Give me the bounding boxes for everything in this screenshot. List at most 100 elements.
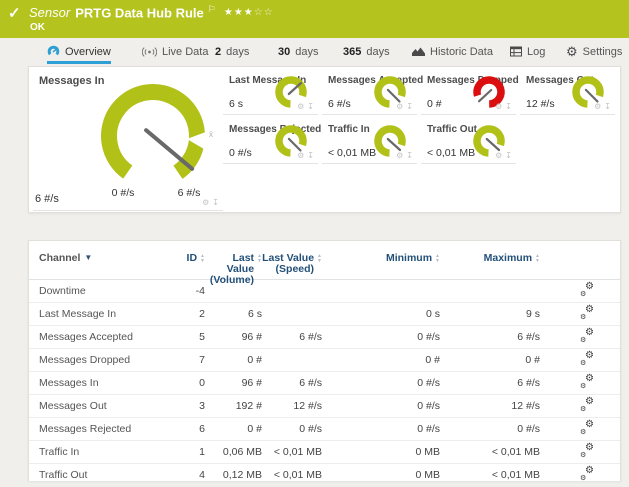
pin-icon[interactable]: ↧ bbox=[604, 103, 611, 111]
channel-table-header: Channel▼ID▲▼Last Value (Volume)▲▼Last Va… bbox=[29, 241, 620, 280]
cell-last_volume: 6 s bbox=[205, 308, 262, 320]
pin-icon[interactable]: ↧ bbox=[307, 103, 314, 111]
flag-icon[interactable]: ⚐ bbox=[208, 4, 216, 14]
cell-id: 6 bbox=[169, 423, 205, 435]
tab-2-days[interactable]: 2days bbox=[215, 42, 249, 61]
gauge-title: Traffic In bbox=[328, 124, 370, 135]
gear-icon: ⚙ bbox=[580, 382, 586, 390]
gear-icon[interactable]: ⚙ bbox=[396, 103, 403, 111]
gear-icon[interactable]: ⚙ bbox=[495, 103, 502, 111]
pin-icon[interactable]: ↧ bbox=[406, 152, 413, 160]
column-label: Channel bbox=[39, 253, 80, 264]
gear-icon: ⚙ bbox=[585, 442, 594, 453]
channel-settings-button[interactable]: ⚙⚙ bbox=[580, 352, 594, 365]
prtg-sensor-page: ✓ SensorPRTG Data Hub Rule⚐★★★☆☆ OK Over… bbox=[0, 0, 629, 481]
cell-last_volume: 96 # bbox=[205, 377, 262, 389]
column-header-last-value-volume-[interactable]: Last Value (Volume)▲▼ bbox=[205, 253, 262, 286]
tab-settings[interactable]: ⚙Settings bbox=[566, 42, 622, 61]
gear-icon[interactable]: ⚙ bbox=[202, 199, 209, 207]
live-icon bbox=[142, 46, 157, 58]
object-kind-label: Sensor bbox=[29, 5, 70, 20]
priority-stars[interactable]: ★★★☆☆ bbox=[224, 7, 274, 18]
cell-min: 0 #/s bbox=[322, 423, 440, 435]
gear-icon[interactable]: ⚙ bbox=[396, 152, 403, 160]
channel-settings-button[interactable]: ⚙⚙ bbox=[580, 329, 594, 342]
tab-live-data[interactable]: Live Data bbox=[142, 42, 208, 61]
tab-log[interactable]: Log bbox=[510, 42, 545, 61]
cell-max: 0 #/s bbox=[440, 423, 540, 435]
cell-last_volume: 96 # bbox=[205, 331, 262, 343]
column-header-last-value-speed-[interactable]: Last Value (Speed)▲▼ bbox=[262, 253, 322, 275]
channel-row-traffic-in: Traffic In10,06 MB< 0,01 MB0 MB< 0,01 MB… bbox=[29, 441, 620, 464]
tile-action-icons: ⚙↧ bbox=[297, 152, 314, 160]
pin-icon[interactable]: ↧ bbox=[406, 103, 413, 111]
star-icon[interactable]: ★ bbox=[244, 7, 254, 18]
cell-id: -4 bbox=[169, 285, 205, 297]
gauge-tile-traffic-out: Traffic Out< 0,01 MB⚙↧ bbox=[421, 119, 516, 164]
channel-settings-button[interactable]: ⚙⚙ bbox=[580, 467, 594, 480]
sensor-title-line: SensorPRTG Data Hub Rule⚐★★★☆☆ bbox=[29, 4, 274, 20]
channel-row-messages-out: Messages Out3192 #12 #/s0 #/s12 #/s⚙⚙ bbox=[29, 395, 620, 418]
sensor-status-badge: OK bbox=[30, 22, 45, 33]
gear-icon[interactable]: ⚙ bbox=[495, 152, 502, 160]
sort-desc-icon[interactable]: ▼ bbox=[84, 253, 92, 263]
channel-settings-button[interactable]: ⚙⚙ bbox=[580, 283, 594, 296]
gear-icon: ⚙ bbox=[585, 304, 594, 315]
sensor-title: PRTG Data Hub Rule bbox=[75, 5, 204, 20]
tab-historic-data[interactable]: Historic Data bbox=[412, 42, 493, 61]
gear-icon[interactable]: ⚙ bbox=[297, 152, 304, 160]
star-icon[interactable]: ★ bbox=[234, 7, 244, 18]
pin-icon[interactable]: ↧ bbox=[505, 152, 512, 160]
cell-min: 0 s bbox=[322, 308, 440, 320]
cell-min: 0 #/s bbox=[322, 400, 440, 412]
gear-icon[interactable]: ⚙ bbox=[297, 103, 304, 111]
gear-icon: ⚙ bbox=[580, 405, 586, 413]
cell-actions: ⚙⚙ bbox=[540, 283, 612, 299]
column-header-id[interactable]: ID▲▼ bbox=[169, 253, 205, 264]
column-header-channel[interactable]: Channel ▼ bbox=[37, 253, 169, 264]
tile-action-icons: ⚙↧ bbox=[594, 103, 611, 111]
star-icon[interactable]: ☆ bbox=[254, 7, 264, 18]
pin-icon[interactable]: ↧ bbox=[212, 199, 219, 207]
gear-icon: ⚙ bbox=[580, 313, 586, 321]
cell-channel: Messages Dropped bbox=[37, 354, 169, 366]
column-header-minimum[interactable]: Minimum▲▼ bbox=[322, 253, 440, 264]
tab-365-days[interactable]: 365 days bbox=[343, 42, 390, 61]
channel-settings-button[interactable]: ⚙⚙ bbox=[580, 444, 594, 457]
star-icon[interactable]: ☆ bbox=[264, 7, 274, 18]
sort-both-icon[interactable]: ▲▼ bbox=[535, 254, 540, 263]
gauge-current-value: 6 s bbox=[229, 98, 243, 110]
star-icon[interactable]: ★ bbox=[224, 7, 234, 18]
cell-actions: ⚙⚙ bbox=[540, 398, 612, 414]
pin-icon[interactable]: ↧ bbox=[505, 103, 512, 111]
tab-number: 365 bbox=[343, 46, 361, 58]
channel-table-panel: Channel ▼ ID▲▼Last Value (Volume)▲▼Last Va… bbox=[28, 240, 621, 481]
cell-id: 3 bbox=[169, 400, 205, 412]
gauge-tile-messages-in: Messages In x̄ 0 #/s 6 #/s 6 #/s ⚙↧ bbox=[33, 70, 223, 211]
tab-number: 30 bbox=[278, 46, 290, 58]
channel-row-traffic-out: Traffic Out40,12 MB< 0,01 MB0 MB< 0,01 M… bbox=[29, 464, 620, 487]
status-ok-check-icon: ✓ bbox=[8, 4, 21, 22]
tab-label: days bbox=[366, 46, 389, 58]
gear-icon[interactable]: ⚙ bbox=[594, 103, 601, 111]
cell-channel: Last Message In bbox=[37, 308, 169, 320]
channel-settings-button[interactable]: ⚙⚙ bbox=[580, 375, 594, 388]
gauge-current-value: 0 #/s bbox=[229, 147, 252, 159]
channel-table-body: Downtime-4⚙⚙Last Message In26 s0 s9 s⚙⚙M… bbox=[29, 280, 620, 487]
channel-settings-button[interactable]: ⚙⚙ bbox=[580, 421, 594, 434]
column-header-maximum[interactable]: Maximum▲▼ bbox=[440, 253, 540, 264]
column-label: Minimum bbox=[386, 253, 432, 264]
channel-row-messages-accepted: Messages Accepted596 #6 #/s0 #/s6 #/s⚙⚙ bbox=[29, 326, 620, 349]
tile-action-icons: ⚙↧ bbox=[396, 103, 413, 111]
gauge-current-value: 0 # bbox=[427, 98, 442, 110]
tab-overview[interactable]: Overview bbox=[47, 42, 111, 64]
channel-settings-button[interactable]: ⚙⚙ bbox=[580, 306, 594, 319]
tab-30-days[interactable]: 30days bbox=[278, 42, 319, 61]
cell-max: 6 #/s bbox=[440, 377, 540, 389]
tab-label: Historic Data bbox=[430, 46, 493, 58]
gear-icon: ⚙ bbox=[580, 290, 586, 298]
gauge-icon bbox=[47, 45, 60, 58]
channel-settings-button[interactable]: ⚙⚙ bbox=[580, 398, 594, 411]
pin-icon[interactable]: ↧ bbox=[307, 152, 314, 160]
cell-channel: Downtime bbox=[37, 285, 169, 297]
